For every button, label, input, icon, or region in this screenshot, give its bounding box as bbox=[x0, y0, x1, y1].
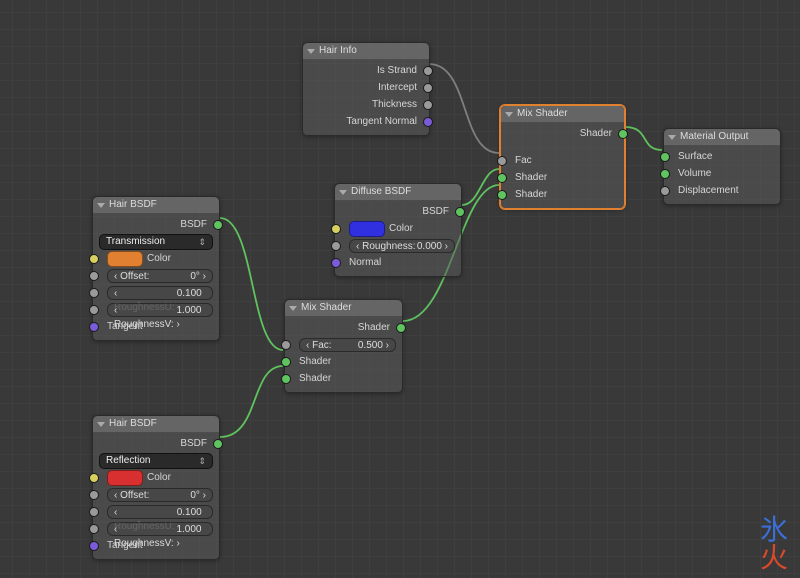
collapse-icon[interactable] bbox=[97, 203, 105, 208]
socket-in-roughness[interactable] bbox=[331, 241, 341, 251]
socket-in-volume[interactable] bbox=[660, 169, 670, 179]
roughv-field[interactable]: ‹ RoughnessV:1.000 › bbox=[107, 303, 213, 317]
node-title: Mix Shader bbox=[517, 106, 568, 122]
socket-in-roughu[interactable] bbox=[89, 288, 99, 298]
node-editor-canvas[interactable]: Hair BSDF BSDF Transmission⇕ Color ‹ Off… bbox=[0, 0, 800, 578]
socket-in-fac[interactable] bbox=[497, 156, 507, 166]
node-title: Hair Info bbox=[319, 43, 357, 59]
chevron-updown-icon: ⇕ bbox=[198, 453, 206, 469]
socket-in-shader[interactable] bbox=[281, 374, 291, 384]
node-title: Hair BSDF bbox=[109, 416, 157, 432]
node-title: Mix Shader bbox=[301, 300, 352, 316]
mode-dropdown[interactable]: Reflection⇕ bbox=[99, 453, 213, 469]
node-title: Material Output bbox=[680, 129, 748, 145]
node-hair-bsdf-1[interactable]: Hair BSDF BSDF Transmission⇕ Color ‹ Off… bbox=[92, 196, 220, 341]
chevron-updown-icon: ⇕ bbox=[198, 234, 206, 250]
node-header[interactable]: Mix Shader bbox=[501, 106, 624, 123]
socket-in-tangent[interactable] bbox=[89, 541, 99, 551]
socket-out-shader[interactable] bbox=[396, 323, 406, 333]
socket-out[interactable] bbox=[423, 83, 433, 93]
output-is-strand: Is Strand bbox=[377, 63, 417, 78]
output-shader: Shader bbox=[358, 320, 390, 335]
socket-out-bsdf[interactable] bbox=[455, 207, 465, 217]
socket-out-bsdf[interactable] bbox=[213, 439, 223, 449]
node-header[interactable]: Hair BSDF bbox=[93, 416, 219, 433]
node-mix-shader-1[interactable]: Mix Shader Shader ‹ Fac:0.500 › Shader S… bbox=[284, 299, 403, 393]
collapse-icon[interactable] bbox=[97, 422, 105, 427]
node-mix-shader-2[interactable]: Mix Shader Shader Fac Shader Shader bbox=[500, 105, 625, 209]
offset-field[interactable]: ‹ Offset:0° › bbox=[107, 488, 213, 502]
socket-in-color[interactable] bbox=[331, 224, 341, 234]
watermark-logo: 氷火 bbox=[760, 516, 788, 572]
node-header[interactable]: Material Output bbox=[664, 129, 780, 146]
node-title: Hair BSDF bbox=[109, 197, 157, 213]
roughv-field[interactable]: ‹ RoughnessV:1.000 › bbox=[107, 522, 213, 536]
collapse-icon[interactable] bbox=[339, 190, 347, 195]
socket-in-roughv[interactable] bbox=[89, 305, 99, 315]
roughu-field[interactable]: ‹ RoughnessU:0.100 › bbox=[107, 505, 213, 519]
node-hair-info[interactable]: Hair Info Is Strand Intercept Thickness … bbox=[302, 42, 430, 136]
socket-out[interactable] bbox=[423, 117, 433, 127]
socket-in-color[interactable] bbox=[89, 254, 99, 264]
socket-in-color[interactable] bbox=[89, 473, 99, 483]
collapse-icon[interactable] bbox=[668, 135, 676, 140]
output-bsdf: BSDF bbox=[422, 204, 449, 219]
socket-in-offset[interactable] bbox=[89, 490, 99, 500]
node-title: Diffuse BSDF bbox=[351, 184, 411, 200]
output-bsdf: BSDF bbox=[180, 217, 207, 232]
node-header[interactable]: Mix Shader bbox=[285, 300, 402, 317]
socket-in-shader[interactable] bbox=[497, 190, 507, 200]
mode-dropdown[interactable]: Transmission⇕ bbox=[99, 234, 213, 250]
color-swatch[interactable] bbox=[107, 470, 143, 486]
node-header[interactable]: Hair BSDF bbox=[93, 197, 219, 214]
node-header[interactable]: Diffuse BSDF bbox=[335, 184, 461, 201]
socket-in-displacement[interactable] bbox=[660, 186, 670, 196]
socket-out[interactable] bbox=[423, 100, 433, 110]
socket-in-offset[interactable] bbox=[89, 271, 99, 281]
socket-in-surface[interactable] bbox=[660, 152, 670, 162]
socket-out[interactable] bbox=[423, 66, 433, 76]
socket-in-fac[interactable] bbox=[281, 340, 291, 350]
node-header[interactable]: Hair Info bbox=[303, 43, 429, 60]
color-swatch[interactable] bbox=[349, 221, 385, 237]
offset-field[interactable]: ‹ Offset:0° › bbox=[107, 269, 213, 283]
socket-out-shader[interactable] bbox=[618, 129, 628, 139]
output-intercept: Intercept bbox=[378, 80, 417, 95]
socket-in-shader[interactable] bbox=[497, 173, 507, 183]
socket-in-tangent[interactable] bbox=[89, 322, 99, 332]
output-shader: Shader bbox=[580, 126, 612, 141]
collapse-icon[interactable] bbox=[505, 112, 513, 117]
socket-in-shader[interactable] bbox=[281, 357, 291, 367]
collapse-icon[interactable] bbox=[307, 49, 315, 54]
socket-in-normal[interactable] bbox=[331, 258, 341, 268]
node-hair-bsdf-2[interactable]: Hair BSDF BSDF Reflection⇕ Color ‹ Offse… bbox=[92, 415, 220, 560]
socket-out-bsdf[interactable] bbox=[213, 220, 223, 230]
node-diffuse-bsdf[interactable]: Diffuse BSDF BSDF Color ‹ Roughness:0.00… bbox=[334, 183, 462, 277]
roughness-field[interactable]: ‹ Roughness:0.000 › bbox=[349, 239, 455, 253]
output-bsdf: BSDF bbox=[180, 436, 207, 451]
color-swatch[interactable] bbox=[107, 251, 143, 267]
roughu-field[interactable]: ‹ RoughnessU:0.100 › bbox=[107, 286, 213, 300]
fac-field[interactable]: ‹ Fac:0.500 › bbox=[299, 338, 396, 352]
node-material-output[interactable]: Material Output Surface Volume Displacem… bbox=[663, 128, 781, 205]
socket-in-roughu[interactable] bbox=[89, 507, 99, 517]
output-thickness: Thickness bbox=[372, 97, 417, 112]
output-tangent-normal: Tangent Normal bbox=[346, 114, 417, 129]
collapse-icon[interactable] bbox=[289, 306, 297, 311]
socket-in-roughv[interactable] bbox=[89, 524, 99, 534]
